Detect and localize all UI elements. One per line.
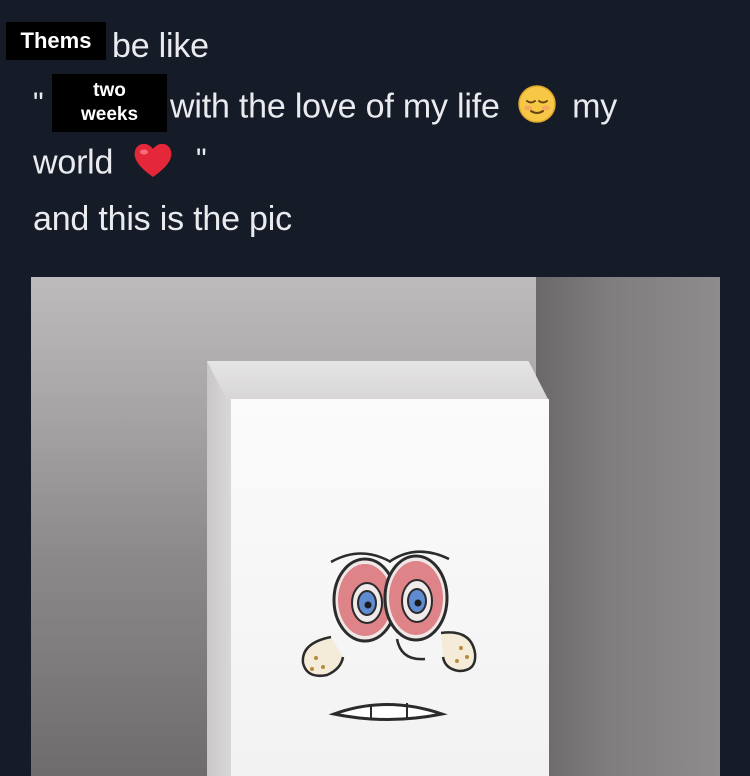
world-text: world bbox=[33, 143, 114, 182]
post-line-3: world bbox=[33, 140, 175, 189]
two-weeks-sticker: two weeks bbox=[52, 74, 167, 132]
weeks-label: weeks bbox=[80, 104, 139, 125]
two-label: two bbox=[93, 80, 126, 101]
red-heart-emoji-icon bbox=[131, 140, 175, 189]
left-cheek bbox=[301, 635, 345, 677]
thems-sticker-label: Thems bbox=[20, 28, 92, 53]
thems-sticker: Thems bbox=[6, 22, 106, 60]
cartoon-face-drawing bbox=[301, 550, 477, 721]
nose bbox=[395, 638, 426, 661]
right-cheek bbox=[440, 631, 477, 673]
love-text: with the love of my life bbox=[170, 87, 500, 126]
quote-open: " bbox=[33, 87, 44, 120]
be-like-text: be like bbox=[112, 27, 209, 65]
post-line-4: and this is the pic bbox=[33, 199, 292, 239]
pic-caption-text: and this is the pic bbox=[33, 200, 292, 238]
relieved-face-emoji-icon bbox=[517, 84, 557, 133]
mouth bbox=[328, 703, 448, 721]
my-text: my bbox=[572, 87, 618, 126]
post-line-2: with the love of my life my bbox=[170, 84, 617, 133]
attached-photo[interactable] bbox=[31, 277, 720, 776]
post-line-1: be like bbox=[112, 26, 209, 66]
quote-close: " bbox=[196, 143, 207, 176]
